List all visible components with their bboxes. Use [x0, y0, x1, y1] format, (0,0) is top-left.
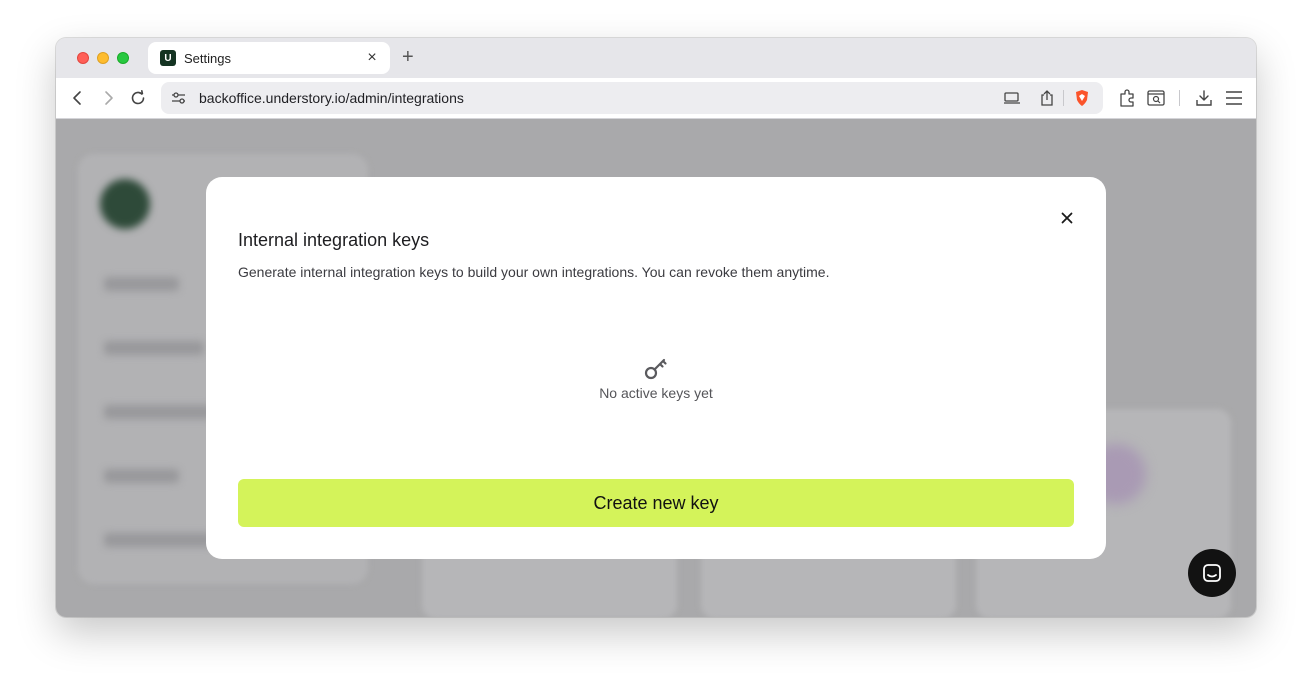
background-nav-item — [104, 405, 214, 419]
extensions-icon[interactable] — [1117, 88, 1137, 108]
address-bar[interactable]: backoffice.understory.io/admin/integrati… — [161, 82, 1103, 114]
download-icon[interactable] — [1194, 88, 1214, 108]
empty-state-text: No active keys yet — [599, 385, 713, 401]
close-icon[interactable] — [1058, 209, 1076, 227]
integration-keys-dialog: Internal integration keys Generate inter… — [206, 177, 1106, 559]
zoom-window-button[interactable] — [117, 52, 129, 64]
page-content: Internal integration keys Generate inter… — [56, 119, 1256, 617]
site-settings-icon[interactable] — [170, 89, 188, 107]
sidebar-search-icon[interactable] — [1146, 88, 1166, 108]
favicon: U — [160, 50, 176, 66]
menu-icon[interactable] — [1224, 88, 1244, 108]
cast-icon[interactable] — [1003, 89, 1021, 107]
share-icon[interactable] — [1038, 89, 1056, 107]
background-nav-item — [104, 469, 179, 483]
background-nav-item — [104, 277, 179, 291]
close-window-button[interactable] — [77, 52, 89, 64]
background-avatar — [100, 179, 150, 229]
browser-window: U Settings × + backoffice.understory.io/… — [56, 38, 1256, 617]
reload-icon[interactable] — [127, 87, 149, 109]
background-nav-item — [104, 533, 214, 547]
key-icon — [643, 355, 669, 381]
new-tab-button[interactable]: + — [402, 47, 414, 67]
separator — [1179, 90, 1180, 106]
dialog-description: Generate internal integration keys to bu… — [238, 264, 830, 280]
minimize-window-button[interactable] — [97, 52, 109, 64]
forward-icon[interactable] — [97, 87, 119, 109]
chat-icon — [1203, 564, 1221, 582]
brave-shield-icon[interactable] — [1073, 89, 1091, 107]
tab-settings[interactable]: U Settings × — [148, 42, 390, 74]
browser-toolbar: backoffice.understory.io/admin/integrati… — [56, 78, 1256, 119]
separator — [1063, 90, 1064, 106]
tab-close-icon[interactable]: × — [364, 49, 380, 67]
chat-launcher-button[interactable] — [1188, 549, 1236, 597]
background-nav-item — [104, 341, 204, 355]
back-icon[interactable] — [67, 87, 89, 109]
create-new-key-button[interactable]: Create new key — [238, 479, 1074, 527]
dialog-title: Internal integration keys — [238, 230, 430, 250]
tab-title: Settings — [184, 50, 231, 66]
url-text[interactable]: backoffice.understory.io/admin/integrati… — [199, 90, 464, 106]
tab-bar: U Settings × + — [56, 38, 1256, 78]
